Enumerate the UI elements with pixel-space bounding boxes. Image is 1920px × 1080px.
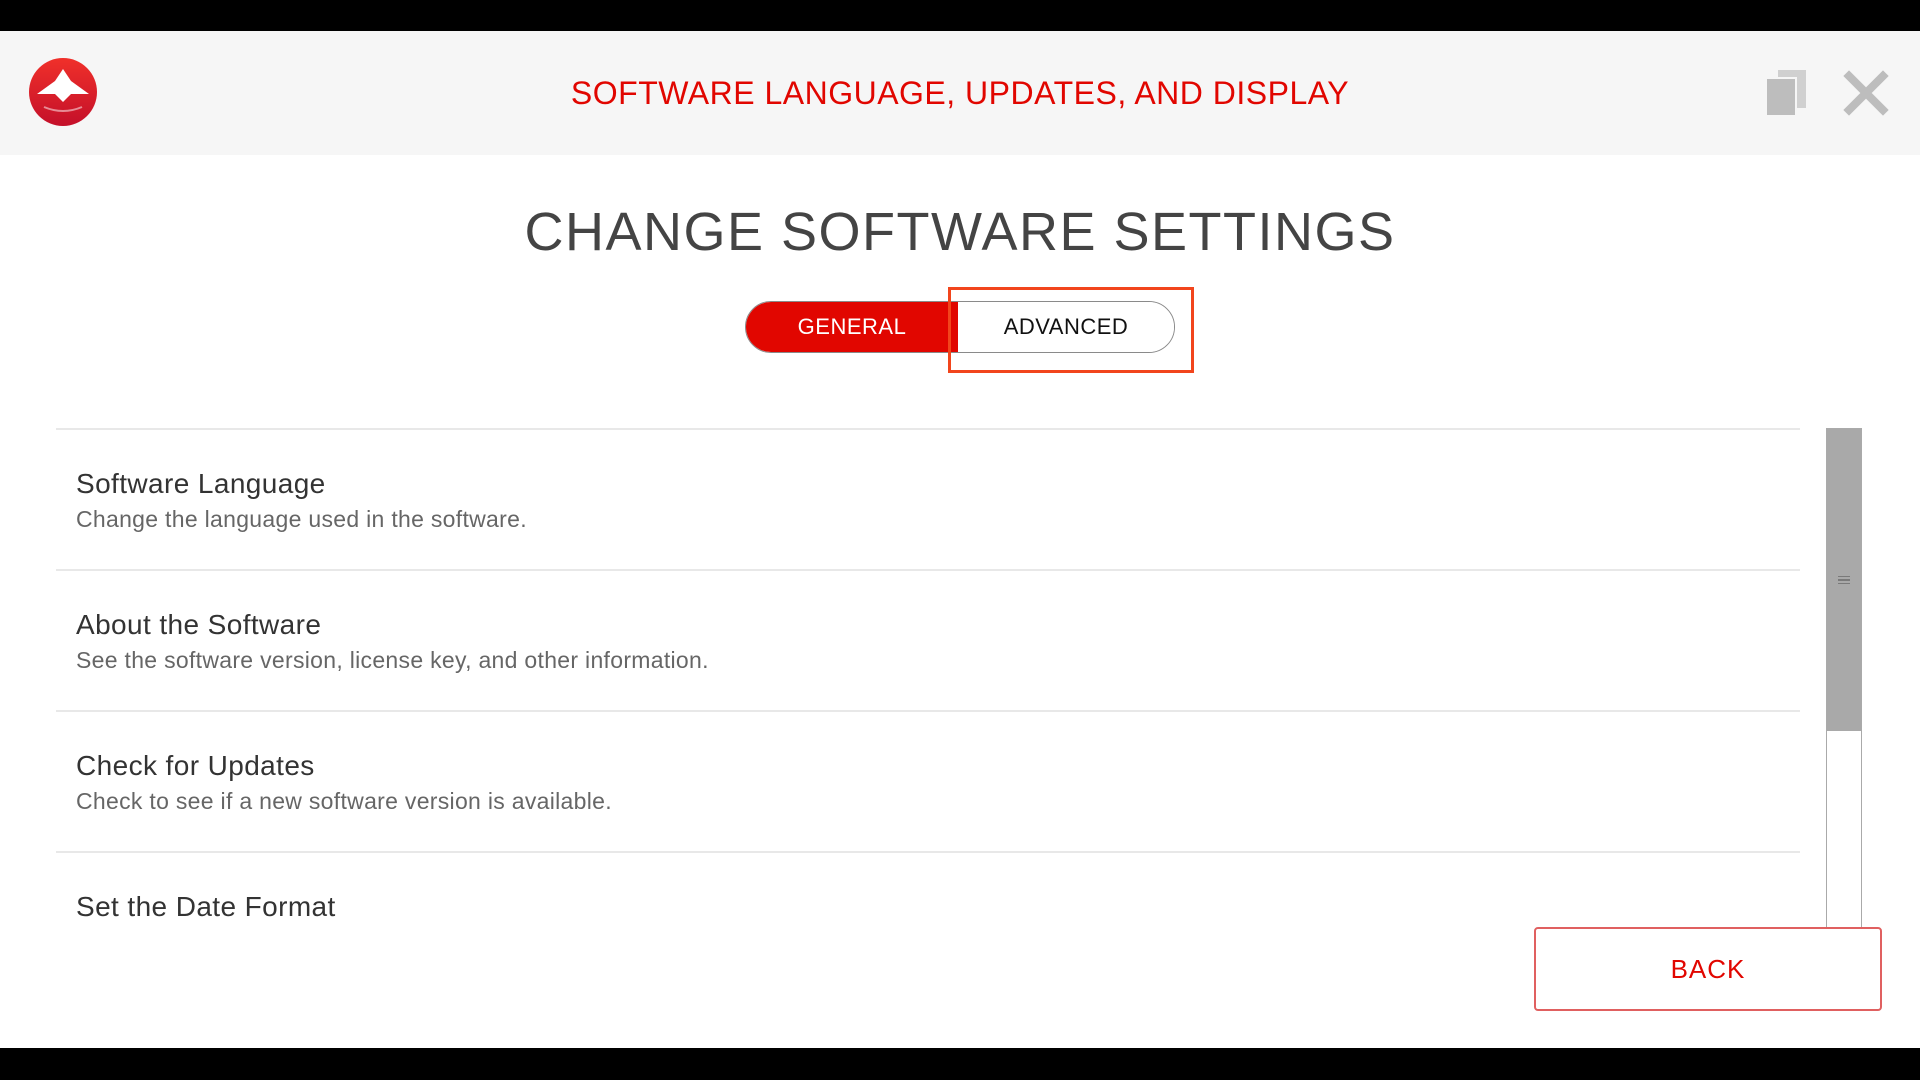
close-button[interactable] [1840, 65, 1892, 121]
brand-logo-icon [28, 57, 98, 127]
copy-icon [1765, 70, 1806, 117]
setting-title: Set the Date Format [76, 891, 336, 922]
scrollbar-thumb[interactable] [1827, 429, 1861, 731]
setting-title: About the Software [76, 609, 322, 640]
tab-switch: GENERAL ADVANCED [745, 301, 1175, 353]
header-title: SOFTWARE LANGUAGE, UPDATES, AND DISPLAY [570, 75, 1350, 111]
setting-title: Check for Updates [76, 750, 315, 781]
close-icon [1843, 70, 1889, 116]
settings-list: Software Language Change the language us… [56, 428, 1800, 932]
grip-icon [1838, 574, 1850, 587]
setting-date-format[interactable]: Set the Date Format [56, 853, 1800, 932]
setting-about-software[interactable]: About the Software See the software vers… [56, 571, 1800, 712]
setting-title: Software Language [76, 468, 326, 499]
settings-window: SOFTWARE LANGUAGE, UPDATES, AND DISPLAY … [0, 31, 1920, 1048]
setting-check-updates[interactable]: Check for Updates Check to see if a new … [56, 712, 1800, 853]
setting-description: Check to see if a new software version i… [76, 788, 612, 814]
header-bar: SOFTWARE LANGUAGE, UPDATES, AND DISPLAY [0, 31, 1920, 155]
page-title: CHANGE SOFTWARE SETTINGS [524, 202, 1396, 262]
copy-button[interactable] [1760, 65, 1812, 121]
setting-software-language[interactable]: Software Language Change the language us… [56, 430, 1800, 571]
tab-general[interactable]: GENERAL [746, 302, 958, 352]
setting-description: Change the language used in the software… [76, 506, 527, 532]
list-scrollbar[interactable] [1826, 428, 1862, 932]
setting-description: See the software version, license key, a… [76, 647, 709, 673]
back-button[interactable]: BACK [1534, 927, 1882, 1011]
tab-advanced[interactable]: ADVANCED [958, 302, 1174, 352]
